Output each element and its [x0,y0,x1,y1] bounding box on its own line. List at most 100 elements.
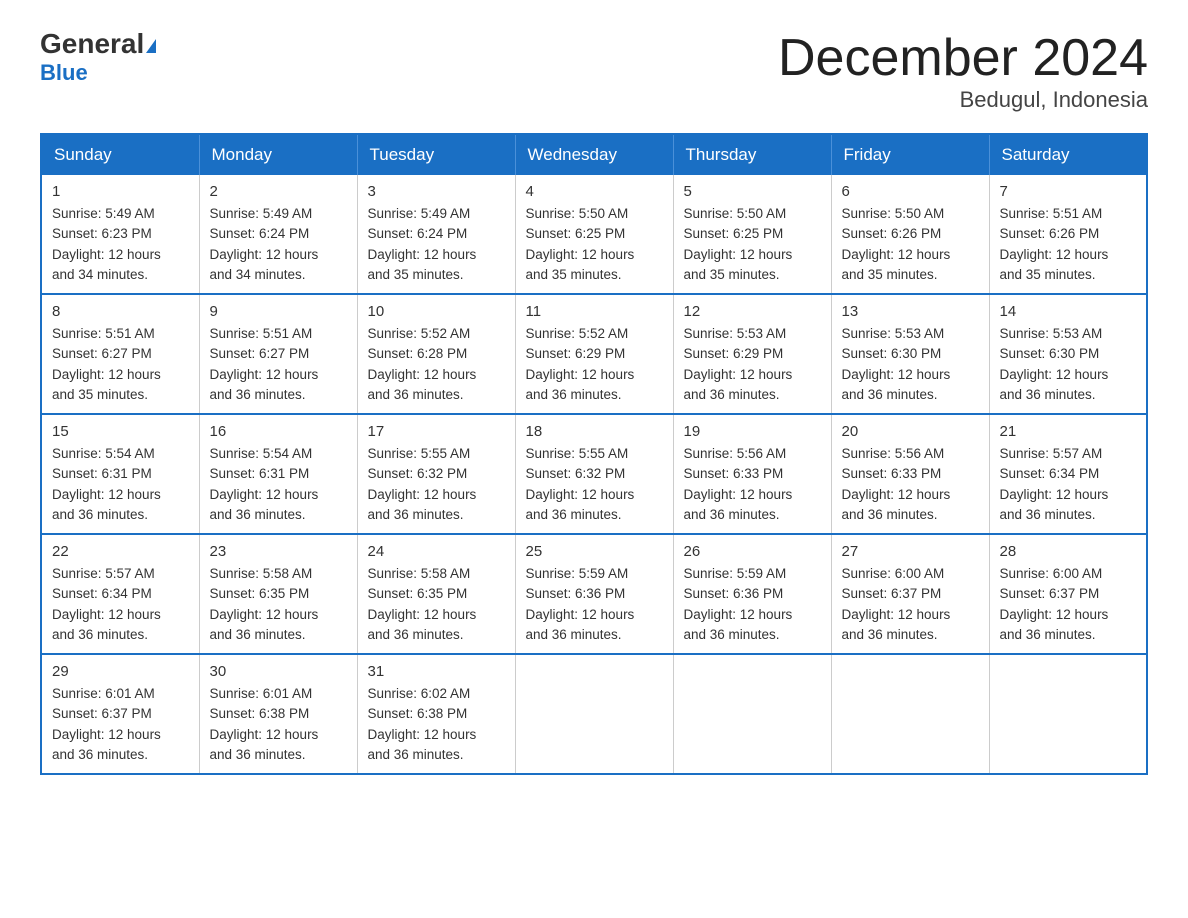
day-info: Sunrise: 5:56 AM Sunset: 6:33 PM Dayligh… [842,444,979,525]
logo-triangle-icon [146,39,156,53]
calendar-cell: 13 Sunrise: 5:53 AM Sunset: 6:30 PM Dayl… [831,294,989,414]
day-number: 2 [210,183,347,200]
calendar-cell: 31 Sunrise: 6:02 AM Sunset: 6:38 PM Dayl… [357,654,515,774]
calendar-cell: 27 Sunrise: 6:00 AM Sunset: 6:37 PM Dayl… [831,534,989,654]
calendar-cell: 1 Sunrise: 5:49 AM Sunset: 6:23 PM Dayli… [41,175,199,294]
day-info: Sunrise: 5:49 AM Sunset: 6:23 PM Dayligh… [52,204,189,285]
day-info: Sunrise: 5:50 AM Sunset: 6:25 PM Dayligh… [526,204,663,285]
calendar-header-row: SundayMondayTuesdayWednesdayThursdayFrid… [41,134,1147,175]
calendar-cell: 18 Sunrise: 5:55 AM Sunset: 6:32 PM Dayl… [515,414,673,534]
day-number: 26 [684,543,821,560]
day-number: 5 [684,183,821,200]
day-info: Sunrise: 5:54 AM Sunset: 6:31 PM Dayligh… [52,444,189,525]
calendar-cell [515,654,673,774]
day-number: 22 [52,543,189,560]
day-info: Sunrise: 5:55 AM Sunset: 6:32 PM Dayligh… [368,444,505,525]
calendar-cell: 12 Sunrise: 5:53 AM Sunset: 6:29 PM Dayl… [673,294,831,414]
day-info: Sunrise: 5:50 AM Sunset: 6:26 PM Dayligh… [842,204,979,285]
day-number: 30 [210,663,347,680]
logo: General Blue [40,30,156,86]
calendar-cell: 14 Sunrise: 5:53 AM Sunset: 6:30 PM Dayl… [989,294,1147,414]
day-number: 17 [368,423,505,440]
calendar-cell [831,654,989,774]
header-tuesday: Tuesday [357,134,515,175]
calendar-week-1: 1 Sunrise: 5:49 AM Sunset: 6:23 PM Dayli… [41,175,1147,294]
day-number: 8 [52,303,189,320]
day-number: 6 [842,183,979,200]
calendar-title: December 2024 [778,30,1148,87]
day-number: 20 [842,423,979,440]
calendar-week-4: 22 Sunrise: 5:57 AM Sunset: 6:34 PM Dayl… [41,534,1147,654]
day-number: 25 [526,543,663,560]
calendar-cell: 25 Sunrise: 5:59 AM Sunset: 6:36 PM Dayl… [515,534,673,654]
header-sunday: Sunday [41,134,199,175]
day-number: 21 [1000,423,1137,440]
day-info: Sunrise: 5:55 AM Sunset: 6:32 PM Dayligh… [526,444,663,525]
day-number: 11 [526,303,663,320]
day-number: 18 [526,423,663,440]
day-info: Sunrise: 5:52 AM Sunset: 6:28 PM Dayligh… [368,324,505,405]
header-monday: Monday [199,134,357,175]
logo-subtitle: Blue [40,60,88,86]
day-number: 16 [210,423,347,440]
calendar-cell: 4 Sunrise: 5:50 AM Sunset: 6:25 PM Dayli… [515,175,673,294]
day-number: 19 [684,423,821,440]
calendar-cell: 30 Sunrise: 6:01 AM Sunset: 6:38 PM Dayl… [199,654,357,774]
day-info: Sunrise: 5:49 AM Sunset: 6:24 PM Dayligh… [210,204,347,285]
calendar-cell: 5 Sunrise: 5:50 AM Sunset: 6:25 PM Dayli… [673,175,831,294]
day-info: Sunrise: 5:49 AM Sunset: 6:24 PM Dayligh… [368,204,505,285]
day-info: Sunrise: 5:54 AM Sunset: 6:31 PM Dayligh… [210,444,347,525]
calendar-cell [989,654,1147,774]
day-number: 24 [368,543,505,560]
day-info: Sunrise: 6:01 AM Sunset: 6:38 PM Dayligh… [210,684,347,765]
calendar-table: SundayMondayTuesdayWednesdayThursdayFrid… [40,133,1148,775]
day-number: 15 [52,423,189,440]
calendar-week-2: 8 Sunrise: 5:51 AM Sunset: 6:27 PM Dayli… [41,294,1147,414]
calendar-cell: 24 Sunrise: 5:58 AM Sunset: 6:35 PM Dayl… [357,534,515,654]
header-wednesday: Wednesday [515,134,673,175]
day-info: Sunrise: 5:56 AM Sunset: 6:33 PM Dayligh… [684,444,821,525]
day-info: Sunrise: 6:00 AM Sunset: 6:37 PM Dayligh… [842,564,979,645]
day-info: Sunrise: 5:52 AM Sunset: 6:29 PM Dayligh… [526,324,663,405]
day-number: 27 [842,543,979,560]
day-info: Sunrise: 6:02 AM Sunset: 6:38 PM Dayligh… [368,684,505,765]
day-info: Sunrise: 5:50 AM Sunset: 6:25 PM Dayligh… [684,204,821,285]
page-header: General Blue December 2024 Bedugul, Indo… [40,30,1148,113]
day-number: 13 [842,303,979,320]
calendar-week-5: 29 Sunrise: 6:01 AM Sunset: 6:37 PM Dayl… [41,654,1147,774]
calendar-cell: 11 Sunrise: 5:52 AM Sunset: 6:29 PM Dayl… [515,294,673,414]
calendar-cell: 2 Sunrise: 5:49 AM Sunset: 6:24 PM Dayli… [199,175,357,294]
calendar-cell: 3 Sunrise: 5:49 AM Sunset: 6:24 PM Dayli… [357,175,515,294]
calendar-cell: 26 Sunrise: 5:59 AM Sunset: 6:36 PM Dayl… [673,534,831,654]
calendar-cell: 20 Sunrise: 5:56 AM Sunset: 6:33 PM Dayl… [831,414,989,534]
day-info: Sunrise: 5:53 AM Sunset: 6:29 PM Dayligh… [684,324,821,405]
day-number: 31 [368,663,505,680]
header-saturday: Saturday [989,134,1147,175]
calendar-cell: 28 Sunrise: 6:00 AM Sunset: 6:37 PM Dayl… [989,534,1147,654]
calendar-cell: 16 Sunrise: 5:54 AM Sunset: 6:31 PM Dayl… [199,414,357,534]
day-number: 10 [368,303,505,320]
day-number: 12 [684,303,821,320]
day-info: Sunrise: 5:53 AM Sunset: 6:30 PM Dayligh… [842,324,979,405]
day-number: 3 [368,183,505,200]
day-info: Sunrise: 5:57 AM Sunset: 6:34 PM Dayligh… [1000,444,1137,525]
day-number: 9 [210,303,347,320]
header-friday: Friday [831,134,989,175]
calendar-cell: 23 Sunrise: 5:58 AM Sunset: 6:35 PM Dayl… [199,534,357,654]
calendar-week-3: 15 Sunrise: 5:54 AM Sunset: 6:31 PM Dayl… [41,414,1147,534]
calendar-cell: 22 Sunrise: 5:57 AM Sunset: 6:34 PM Dayl… [41,534,199,654]
day-info: Sunrise: 6:00 AM Sunset: 6:37 PM Dayligh… [1000,564,1137,645]
calendar-cell: 21 Sunrise: 5:57 AM Sunset: 6:34 PM Dayl… [989,414,1147,534]
calendar-cell: 10 Sunrise: 5:52 AM Sunset: 6:28 PM Dayl… [357,294,515,414]
calendar-cell: 7 Sunrise: 5:51 AM Sunset: 6:26 PM Dayli… [989,175,1147,294]
day-number: 29 [52,663,189,680]
calendar-cell: 15 Sunrise: 5:54 AM Sunset: 6:31 PM Dayl… [41,414,199,534]
day-info: Sunrise: 5:51 AM Sunset: 6:27 PM Dayligh… [210,324,347,405]
day-number: 23 [210,543,347,560]
calendar-cell [673,654,831,774]
day-info: Sunrise: 5:59 AM Sunset: 6:36 PM Dayligh… [526,564,663,645]
day-info: Sunrise: 5:53 AM Sunset: 6:30 PM Dayligh… [1000,324,1137,405]
day-number: 28 [1000,543,1137,560]
calendar-cell: 29 Sunrise: 6:01 AM Sunset: 6:37 PM Dayl… [41,654,199,774]
day-info: Sunrise: 5:59 AM Sunset: 6:36 PM Dayligh… [684,564,821,645]
